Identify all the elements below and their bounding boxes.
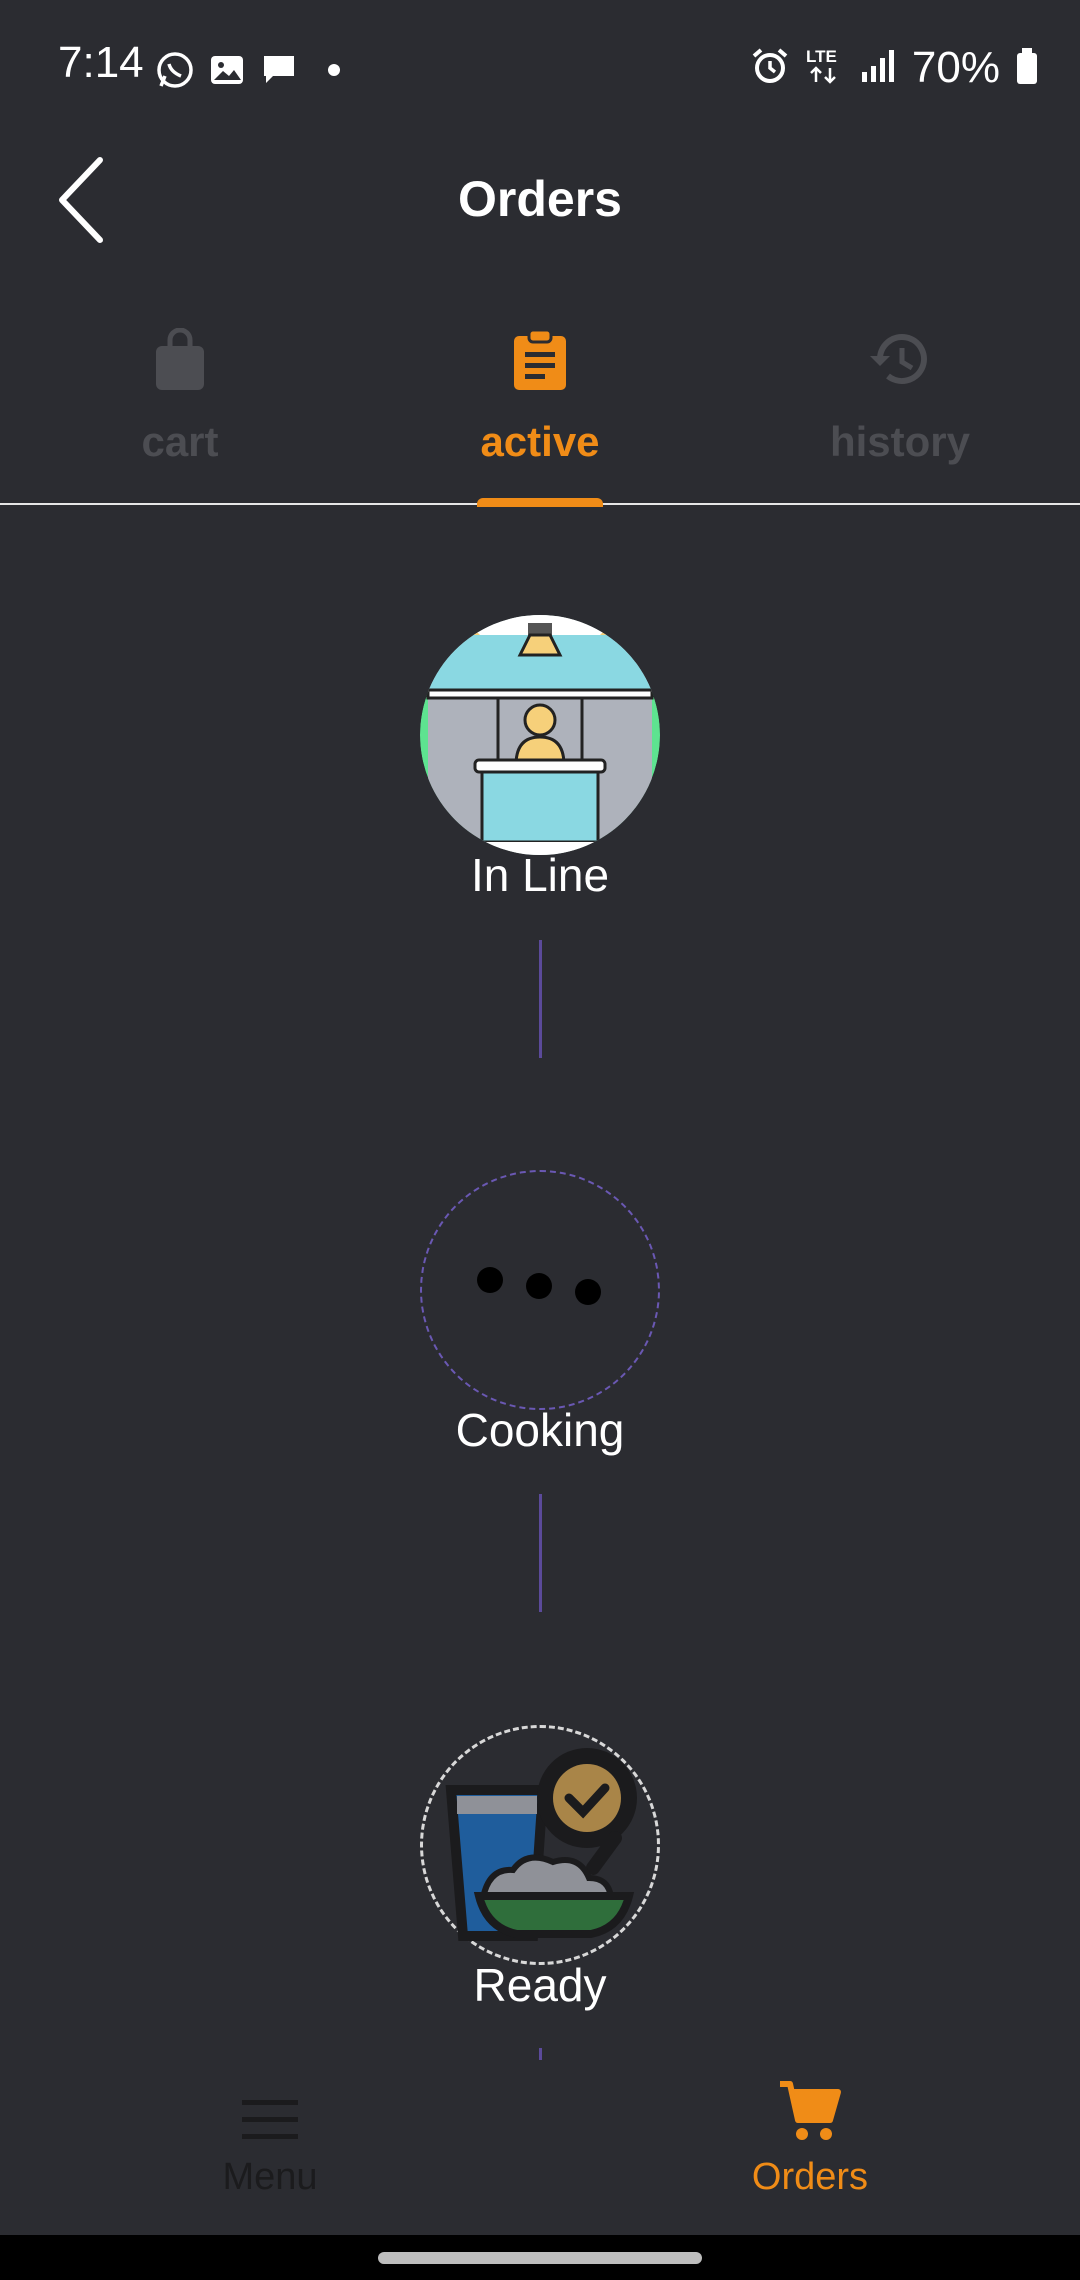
tab-label: active <box>480 418 600 465</box>
status-time: 7:14 <box>58 38 144 87</box>
step-label-in-line: In Line <box>470 849 610 901</box>
status-icons-right: LTE 70% <box>750 40 1040 96</box>
step-in-line-icon <box>420 615 660 855</box>
history-icon <box>720 320 1080 400</box>
signal-icon <box>858 46 898 91</box>
step-cooking-icon <box>420 1170 660 1410</box>
dots-loading-icon <box>477 1267 601 1305</box>
tab-label: cart <box>141 418 219 465</box>
step-connector <box>539 1494 542 1612</box>
nav-orders-label: Orders <box>751 2156 869 2198</box>
svg-text:LTE: LTE <box>806 47 837 66</box>
step-connector <box>539 940 542 1058</box>
hamburger-menu-icon <box>0 2080 540 2142</box>
whatsapp-icon <box>155 50 195 95</box>
tab-indicator <box>477 498 603 507</box>
tab-history[interactable]: history <box>720 320 1080 500</box>
tab-cart[interactable]: cart <box>0 320 360 500</box>
clipboard-icon <box>360 320 720 400</box>
nav-menu-label: Menu <box>222 2156 318 2198</box>
step-ready-icon <box>420 1725 660 1965</box>
status-icons-left <box>155 48 341 96</box>
battery-icon <box>1014 46 1040 91</box>
battery-percentage: 70% <box>911 43 1000 92</box>
shopping-bag-icon <box>0 320 360 400</box>
gallery-icon <box>207 50 247 95</box>
tab-active[interactable]: active <box>360 320 720 500</box>
message-icon <box>259 50 299 95</box>
home-gesture-handle[interactable] <box>378 2252 702 2264</box>
lte-icon: LTE <box>804 44 844 93</box>
nav-menu[interactable]: Menu <box>0 2080 540 2220</box>
step-label-cooking: Cooking <box>455 1404 625 1456</box>
page-title: Orders <box>458 171 622 227</box>
alarm-icon <box>750 46 790 91</box>
food-ready-icon <box>445 1748 637 1941</box>
tab-label: history <box>829 418 971 465</box>
nav-orders[interactable]: Orders <box>540 2080 1080 2220</box>
dot-icon <box>327 63 341 82</box>
step-label-ready: Ready <box>473 1959 607 2011</box>
shopping-cart-icon <box>540 2080 1080 2142</box>
